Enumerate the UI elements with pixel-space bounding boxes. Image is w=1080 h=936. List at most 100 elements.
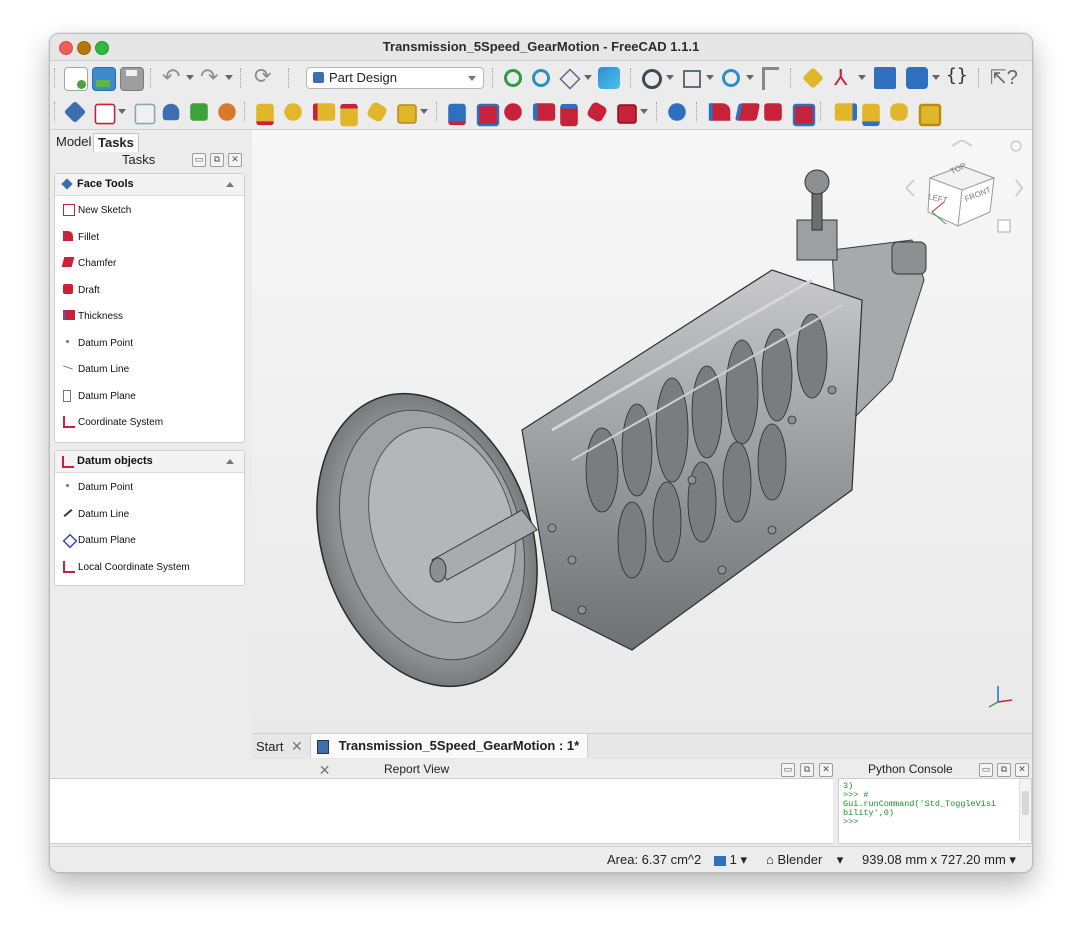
fit-all-icon[interactable] <box>502 67 524 89</box>
python-console[interactable]: 3) >>> # Gui.runCommand('Std_ToggleVisi … <box>838 778 1032 844</box>
console-scrollbar[interactable] <box>1019 779 1031 841</box>
tab-start[interactable]: Start ✕ <box>256 734 307 758</box>
sub-shapebinder-icon[interactable] <box>218 103 236 121</box>
task-new-sketch[interactable]: New Sketch <box>55 196 244 223</box>
macro-icon[interactable]: {} <box>946 65 968 86</box>
tab-model[interactable]: Model <box>52 133 95 151</box>
stereo-icon[interactable] <box>640 67 662 89</box>
task-local-coordinate-system[interactable]: Local Coordinate System <box>55 553 244 580</box>
chamfer-icon[interactable] <box>734 103 761 121</box>
thickness-icon[interactable] <box>792 103 816 127</box>
std-views-icon[interactable] <box>680 67 702 89</box>
tab-tasks[interactable]: Tasks <box>93 133 139 152</box>
refresh-icon[interactable]: ⟳ <box>254 64 272 89</box>
linear-pattern-icon[interactable] <box>862 103 880 127</box>
subtractive-loft-icon[interactable] <box>532 103 556 121</box>
task-datum-line[interactable]: Datum Line <box>55 355 244 382</box>
draft-icon[interactable] <box>764 103 782 121</box>
undo-icon[interactable]: ↶ <box>162 64 180 90</box>
part-icon[interactable] <box>802 67 824 89</box>
open-file-icon[interactable] <box>92 67 116 91</box>
multitransform-icon[interactable] <box>918 103 942 127</box>
additive-primitive-icon[interactable] <box>397 104 417 124</box>
task-datum-line[interactable]: Datum Line <box>55 500 244 527</box>
mirrored-icon[interactable] <box>834 103 858 121</box>
sketch-dropdown-icon[interactable] <box>118 109 126 114</box>
sketch-icon[interactable] <box>94 103 116 125</box>
redo-icon[interactable]: ↷ <box>200 64 218 90</box>
report-view[interactable] <box>50 778 833 844</box>
folder-icon[interactable] <box>874 67 896 89</box>
dimension-readout[interactable]: 939.08 mm x 727.20 mm ▾ <box>862 852 1016 868</box>
new-file-icon[interactable] <box>64 67 88 91</box>
additive-primitive-dropdown-icon[interactable] <box>420 109 428 114</box>
export-icon[interactable] <box>906 67 928 89</box>
close-panel-icon[interactable]: ✕ <box>228 153 242 167</box>
subtractive-primitive-icon[interactable] <box>617 104 637 124</box>
redo-dropdown-icon[interactable] <box>225 75 233 80</box>
revolve-icon[interactable] <box>284 103 302 121</box>
task-datum-plane[interactable]: Datum Plane <box>55 382 244 409</box>
groove-icon[interactable] <box>504 103 522 121</box>
undock-icon[interactable]: ▭ <box>192 153 206 167</box>
measure-icon[interactable] <box>762 67 779 90</box>
draw-style-icon[interactable] <box>558 67 581 90</box>
console-scroll-thumb[interactable] <box>1022 791 1029 815</box>
body-icon[interactable] <box>63 100 87 124</box>
pipe-icon[interactable] <box>340 103 358 127</box>
task-datum-point[interactable]: Datum Point <box>55 473 244 500</box>
undock-icon[interactable]: ▭ <box>979 763 993 777</box>
task-datum-plane[interactable]: Datum Plane <box>55 526 244 553</box>
subshapebinder-icon[interactable] <box>190 103 208 121</box>
task-draft[interactable]: Draft <box>55 276 244 303</box>
3d-view[interactable]: TOP LEFT FRONT <box>252 130 1032 733</box>
hole-icon[interactable] <box>476 103 500 127</box>
polar-pattern-icon[interactable] <box>890 103 908 121</box>
pad-icon[interactable] <box>256 103 274 126</box>
fit-selection-icon[interactable] <box>530 67 552 89</box>
face-tools-header[interactable]: Face Tools <box>55 174 244 196</box>
datum-objects-header[interactable]: Datum objects <box>55 451 244 473</box>
helix-icon[interactable] <box>365 100 389 124</box>
subtractive-helix-icon[interactable] <box>585 100 609 124</box>
float-icon[interactable]: ⧉ <box>800 763 814 777</box>
float-icon[interactable]: ⧉ <box>210 153 224 167</box>
datum-axes-icon[interactable]: ⅄ <box>834 65 847 91</box>
undock-icon[interactable]: ▭ <box>781 763 795 777</box>
stereo-dropdown-icon[interactable] <box>666 75 674 80</box>
view-box-icon[interactable] <box>598 67 620 89</box>
shapebinder-icon[interactable] <box>134 103 156 125</box>
float-icon[interactable]: ⧉ <box>997 763 1011 777</box>
pocket-icon[interactable] <box>448 103 466 126</box>
undo-dropdown-icon[interactable] <box>186 75 194 80</box>
navigation-cube[interactable]: TOP LEFT FRONT <box>904 138 1026 250</box>
loft-icon[interactable] <box>312 103 336 121</box>
task-chamfer[interactable]: Chamfer <box>55 249 244 276</box>
zoom-icon[interactable] <box>720 67 742 89</box>
clone-icon[interactable] <box>162 103 180 121</box>
task-datum-point[interactable]: Datum Point <box>55 329 244 356</box>
close-tab-icon[interactable]: ✕ <box>287 738 307 754</box>
subtractive-pipe-icon[interactable] <box>560 103 578 127</box>
task-fillet[interactable]: Fillet <box>55 223 244 250</box>
task-coordinate-system[interactable]: Coordinate System <box>55 408 244 435</box>
layer-selector[interactable]: 1 ▾ <box>714 852 747 868</box>
close-panel-icon[interactable]: ✕ <box>819 763 833 777</box>
std-views-dropdown-icon[interactable] <box>706 75 714 80</box>
export-dropdown-icon[interactable] <box>932 75 940 80</box>
tab-transmission-document[interactable]: Transmission_5Speed_GearMotion : 1* ✕ <box>310 734 588 778</box>
collapse-icon[interactable] <box>226 182 234 187</box>
collapse-icon[interactable] <box>226 459 234 464</box>
save-icon[interactable] <box>120 67 144 91</box>
subtractive-primitive-dropdown-icon[interactable] <box>640 109 648 114</box>
close-panel-icon[interactable]: ✕ <box>1015 763 1029 777</box>
draw-style-dropdown-icon[interactable] <box>584 75 592 80</box>
datum-axes-dropdown-icon[interactable] <box>858 75 866 80</box>
zoom-dropdown-icon[interactable] <box>746 75 754 80</box>
boolean-icon[interactable] <box>668 103 686 121</box>
workbench-selector[interactable]: Part Design <box>306 67 484 89</box>
navigation-style[interactable]: ⌂ Blender ▾ <box>766 852 843 868</box>
fillet-icon[interactable] <box>708 103 731 121</box>
whats-this-icon[interactable]: ⇱? <box>990 65 1018 90</box>
task-thickness[interactable]: Thickness <box>55 302 244 329</box>
